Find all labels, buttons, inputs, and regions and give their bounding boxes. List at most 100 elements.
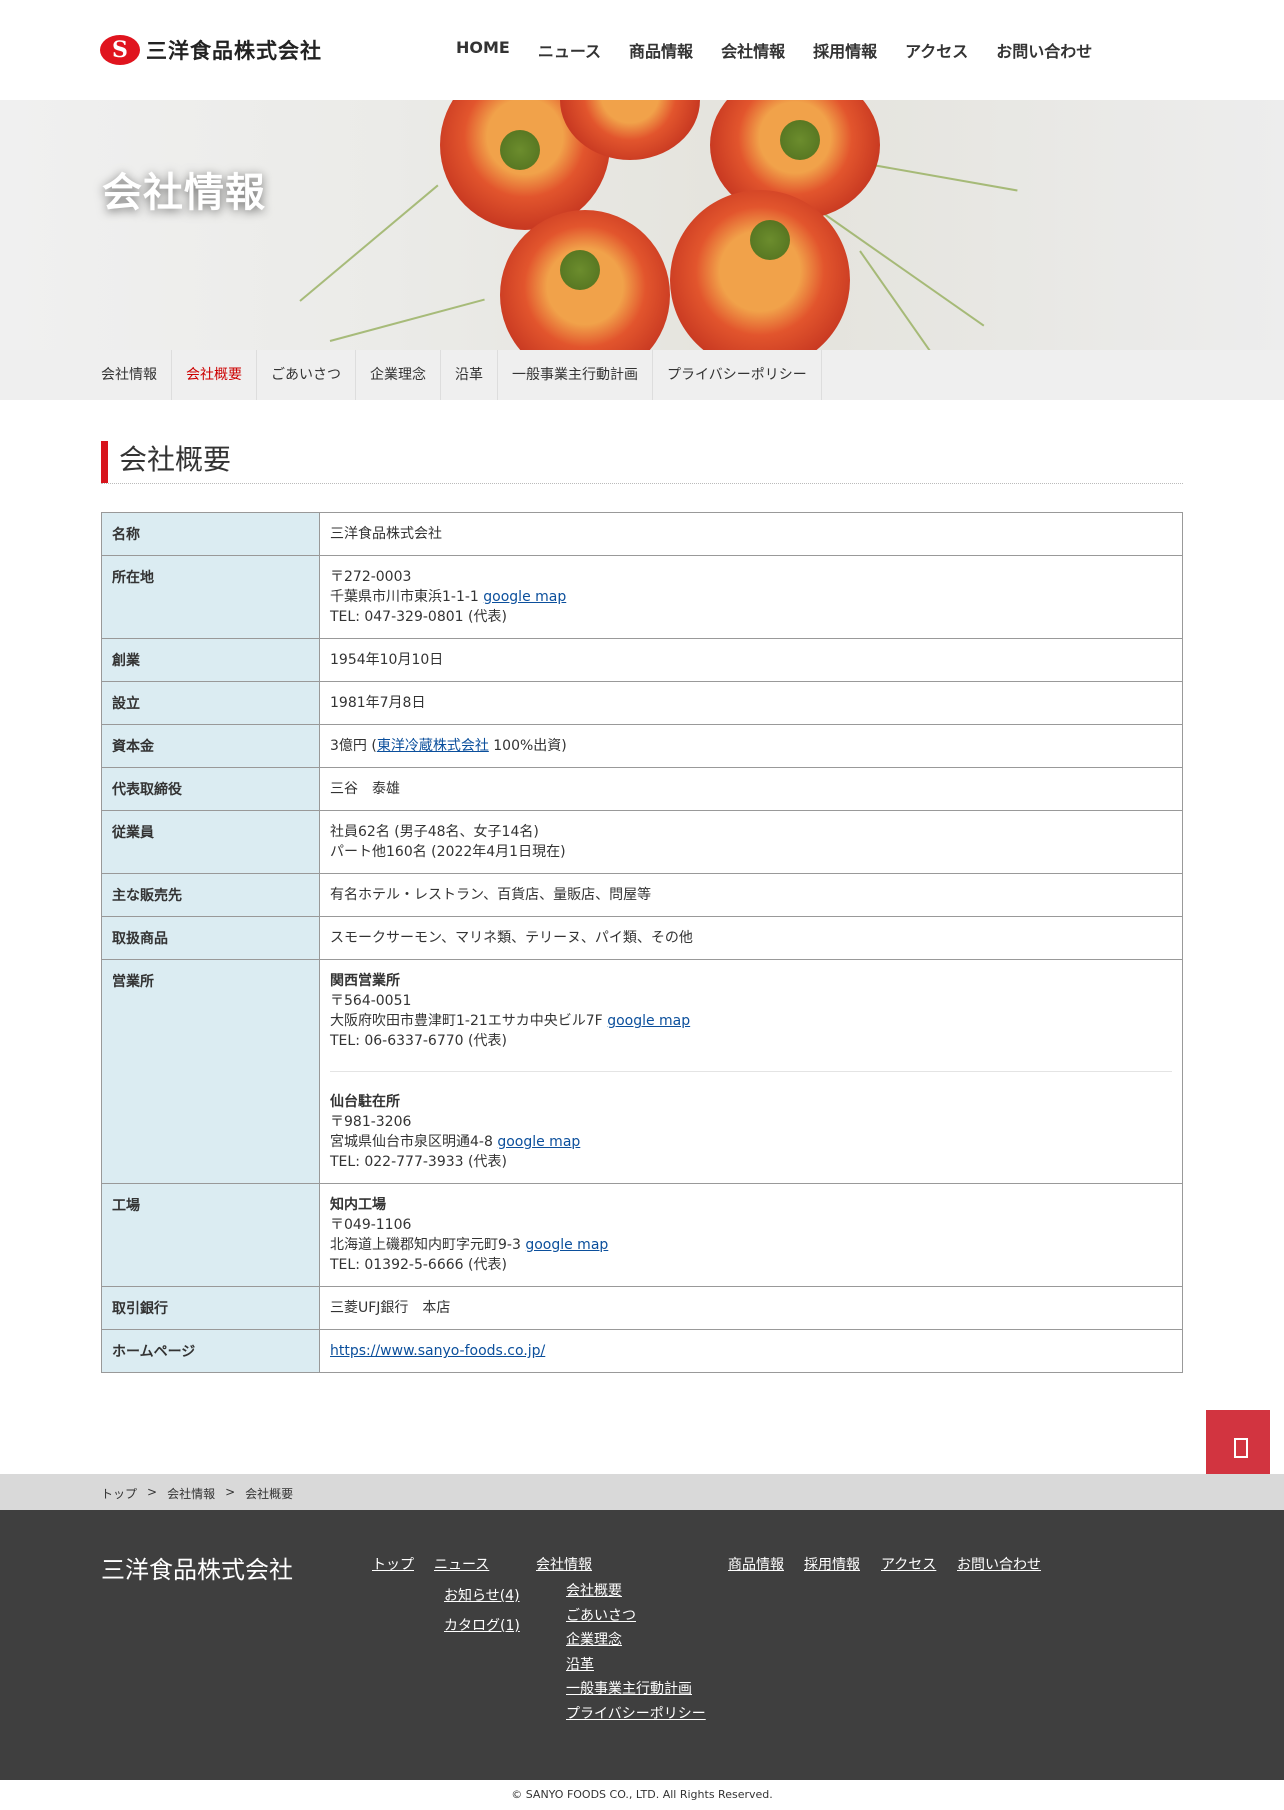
table-row: 主な販売先 有名ホテル・レストラン、百貨店、量販店、問屋等: [101, 873, 1183, 917]
nav-home[interactable]: HOME: [456, 38, 510, 62]
homepage-link[interactable]: https://www.sanyo-foods.co.jp/: [330, 1343, 545, 1359]
row-label: 取扱商品: [101, 916, 320, 960]
row-label: 工場: [101, 1183, 320, 1287]
row-label: 代表取締役: [101, 767, 320, 811]
footer-link-company[interactable]: 会社情報: [536, 1554, 592, 1574]
table-row: 取扱商品 スモークサーモン、マリネ類、テリーヌ、パイ類、その他: [101, 916, 1183, 960]
footer-link-notices[interactable]: お知らせ(4): [444, 1585, 520, 1605]
row-value: 三洋食品株式会社: [319, 512, 1183, 556]
address-text: 大阪府吹田市豊津町1-21エサカ中央ビル7F: [330, 1013, 608, 1029]
row-label: 営業所: [101, 959, 320, 1184]
heading-accent-bar: [101, 441, 108, 483]
subnav-item-history[interactable]: 沿革: [441, 350, 498, 400]
row-value: https://www.sanyo-foods.co.jp/: [319, 1329, 1183, 1373]
parent-company-link[interactable]: 東洋冷蔵株式会社: [377, 738, 489, 754]
table-row: 名称 三洋食品株式会社: [101, 512, 1183, 556]
hero-banner: 会社情報: [0, 100, 1284, 350]
breadcrumb: トップ > 会社情報 > 会社概要: [0, 1474, 1284, 1510]
row-value: 三菱UFJ銀行 本店: [319, 1286, 1183, 1330]
nav-news[interactable]: ニュース: [538, 38, 601, 62]
footer-link-catalog[interactable]: カタログ(1): [444, 1615, 520, 1635]
row-label: 設立: [101, 681, 320, 725]
row-value: 関西営業所 〒564-0051 大阪府吹田市豊津町1-21エサカ中央ビル7F g…: [319, 959, 1183, 1184]
site-header: 三洋食品株式会社 HOME ニュース 商品情報 会社情報 採用情報 アクセス お…: [0, 0, 1284, 100]
breadcrumb-separator: >: [147, 1485, 158, 1499]
footer-link-privacy[interactable]: プライバシーポリシー: [566, 1703, 706, 1723]
herb-decoration: [560, 250, 600, 290]
subnav-item-company-info[interactable]: 会社情報: [100, 350, 172, 400]
office-name: 仙台駐在所: [330, 1094, 400, 1110]
row-label: 資本金: [101, 724, 320, 768]
breadcrumb-top[interactable]: トップ: [101, 1485, 137, 1502]
row-label: ホームページ: [101, 1329, 320, 1373]
row-label: 取引銀行: [101, 1286, 320, 1330]
global-nav: HOME ニュース 商品情報 会社情報 採用情報 アクセス お問い合わせ: [456, 38, 1120, 62]
footer-link-action-plan[interactable]: 一般事業主行動計画: [566, 1678, 692, 1698]
subnav-item-greeting[interactable]: ごあいさつ: [257, 350, 356, 400]
footer-link-philosophy[interactable]: 企業理念: [566, 1629, 622, 1649]
capital-text: 3億円 (: [330, 738, 377, 754]
address-text: 北海道上磯郡知内町字元町9-3: [330, 1237, 526, 1253]
footer-link-history[interactable]: 沿革: [566, 1654, 594, 1674]
footer-link-recruit[interactable]: 採用情報: [804, 1554, 860, 1574]
section-title: 会社概要: [119, 443, 232, 476]
employees-line: パート他160名 (2022年4月1日現在): [330, 844, 566, 860]
capital-suffix: 100%出資): [488, 738, 567, 754]
herb-decoration: [750, 220, 790, 260]
divider: [330, 1071, 1172, 1072]
table-row: 資本金 3億円 (東洋冷蔵株式会社 100%出資): [101, 724, 1183, 768]
site-footer: 三洋食品株式会社 トップ ニュース お知らせ(4) カタログ(1) 会社情報 会…: [0, 1510, 1284, 1780]
footer-link-access[interactable]: アクセス: [881, 1554, 936, 1574]
nav-recruit[interactable]: 採用情報: [813, 38, 877, 62]
row-value: 〒272-0003 千葉県市川市東浜1-1-1 google map TEL: …: [319, 555, 1183, 639]
subnav-item-privacy[interactable]: プライバシーポリシー: [653, 350, 822, 400]
breadcrumb-company[interactable]: 会社情報: [167, 1485, 215, 1502]
row-label: 創業: [101, 638, 320, 682]
table-row: 取引銀行 三菱UFJ銀行 本店: [101, 1286, 1183, 1330]
google-map-link[interactable]: google map: [607, 1013, 690, 1029]
row-label: 所在地: [101, 555, 320, 639]
office-name: 関西営業所: [330, 973, 400, 989]
subnav-item-philosophy[interactable]: 企業理念: [356, 350, 441, 400]
table-row: 創業 1954年10月10日: [101, 638, 1183, 682]
logo-mark-icon: [100, 35, 140, 65]
nav-company[interactable]: 会社情報: [721, 38, 785, 62]
factory-name: 知内工場: [330, 1197, 386, 1213]
footer-link-products[interactable]: 商品情報: [728, 1554, 784, 1574]
table-row: 所在地 〒272-0003 千葉県市川市東浜1-1-1 google map T…: [101, 555, 1183, 639]
logo-text: 三洋食品株式会社: [146, 39, 322, 63]
row-value: スモークサーモン、マリネ類、テリーヌ、パイ類、その他: [319, 916, 1183, 960]
footer-link-overview[interactable]: 会社概要: [566, 1580, 622, 1600]
section-heading: 会社概要: [101, 440, 1183, 484]
google-map-link[interactable]: google map: [497, 1134, 580, 1150]
postal-code: 〒272-0003: [330, 569, 412, 585]
dill-decoration: [299, 184, 439, 302]
table-row: 代表取締役 三谷 泰雄: [101, 767, 1183, 811]
table-row: 営業所 関西営業所 〒564-0051 大阪府吹田市豊津町1-21エサカ中央ビル…: [101, 959, 1183, 1184]
google-map-link[interactable]: google map: [483, 589, 566, 605]
table-row: 従業員 社員62名 (男子48名、女子14名) パート他160名 (2022年4…: [101, 810, 1183, 874]
footer-link-greeting[interactable]: ごあいさつ: [566, 1605, 636, 1625]
breadcrumb-separator: >: [225, 1485, 236, 1499]
copyright: © SANYO FOODS CO., LTD. All Rights Reser…: [0, 1780, 1284, 1808]
row-label: 主な販売先: [101, 873, 320, 917]
row-label: 名称: [101, 512, 320, 556]
nav-products[interactable]: 商品情報: [629, 38, 693, 62]
postal-code: 〒981-3206: [330, 1114, 412, 1130]
subnav-item-overview[interactable]: 会社概要: [172, 350, 257, 400]
table-row: 設立 1981年7月8日: [101, 681, 1183, 725]
row-value: 有名ホテル・レストラン、百貨店、量販店、問屋等: [319, 873, 1183, 917]
google-map-link[interactable]: google map: [525, 1237, 608, 1253]
company-info-table: 名称 三洋食品株式会社 所在地 〒272-0003 千葉県市川市東浜1-1-1 …: [101, 512, 1183, 1373]
subnav-item-action-plan[interactable]: 一般事業主行動計画: [498, 350, 653, 400]
nav-access[interactable]: アクセス: [905, 38, 968, 62]
nav-contact[interactable]: お問い合わせ: [996, 38, 1092, 62]
postal-code: 〒564-0051: [330, 993, 412, 1009]
footer-link-contact[interactable]: お問い合わせ: [957, 1554, 1041, 1574]
table-row: 工場 知内工場 〒049-1106 北海道上磯郡知内町字元町9-3 google…: [101, 1183, 1183, 1287]
site-logo[interactable]: 三洋食品株式会社: [100, 34, 322, 66]
row-value: 3億円 (東洋冷蔵株式会社 100%出資): [319, 724, 1183, 768]
footer-link-news[interactable]: ニュース: [434, 1554, 489, 1574]
footer-link-top[interactable]: トップ: [372, 1554, 414, 1574]
page-top-button[interactable]: [1206, 1410, 1270, 1474]
